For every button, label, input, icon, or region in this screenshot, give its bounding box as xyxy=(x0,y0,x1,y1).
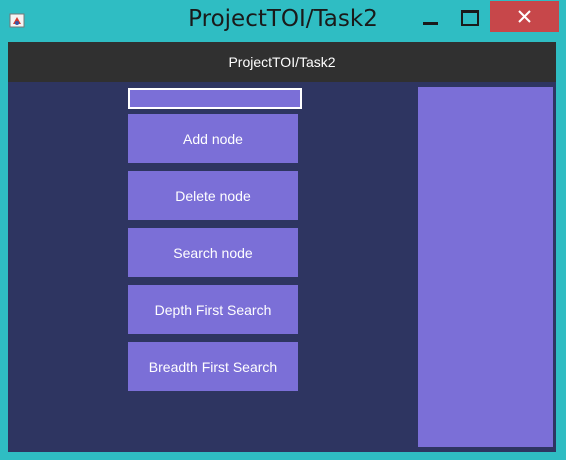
breadth-first-search-button[interactable]: Breadth First Search xyxy=(128,342,298,391)
depth-first-search-button[interactable]: Depth First Search xyxy=(128,285,298,334)
graph-canvas-panel[interactable] xyxy=(418,87,553,447)
search-node-button[interactable]: Search node xyxy=(128,228,298,277)
minimize-icon[interactable] xyxy=(416,6,444,34)
close-button[interactable] xyxy=(490,1,559,32)
delete-node-button[interactable]: Delete node xyxy=(128,171,298,220)
add-node-button[interactable]: Add node xyxy=(128,114,298,163)
close-icon xyxy=(518,10,531,23)
app-window: ProjectTOI/Task2 ProjectTOI/Task2 Add no… xyxy=(0,0,566,460)
title-bar[interactable]: ProjectTOI/Task2 xyxy=(0,0,566,42)
header-title: ProjectTOI/Task2 xyxy=(228,54,336,70)
main-content: Add node Delete node Search node Depth F… xyxy=(8,82,556,452)
header-bar: ProjectTOI/Task2 xyxy=(8,42,556,82)
maximize-icon[interactable] xyxy=(456,5,484,33)
node-input[interactable] xyxy=(128,88,302,109)
